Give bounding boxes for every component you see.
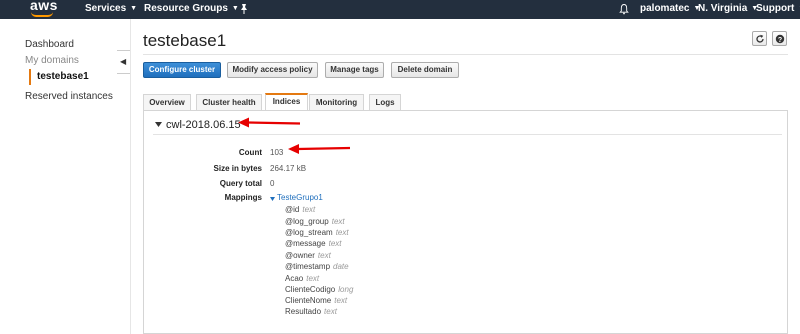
mapping-expand-icon[interactable] (270, 197, 275, 201)
size-value: 264.17 kB (270, 164, 307, 173)
field-name: @owner (285, 251, 315, 260)
annotation-arrow-count (288, 144, 351, 154)
chevron-left-icon: ◀ (120, 57, 127, 66)
field-type: text (328, 239, 342, 248)
tab-cluster-health[interactable]: Cluster health (196, 94, 262, 110)
mapping-field: @timestamp date (285, 262, 349, 271)
index-divider (153, 134, 782, 135)
field-type: text (302, 205, 316, 214)
mapping-field: ClienteCodigo long (285, 285, 353, 294)
field-type: text (334, 296, 348, 305)
field-name: Resultado (285, 307, 322, 316)
help-button[interactable]: ? (772, 31, 787, 46)
manage-tags-button[interactable]: Manage tags (325, 62, 384, 78)
mappings-label: Mappings (224, 193, 262, 202)
support-label: Support (756, 3, 795, 14)
top-nav: aws Services ▼ Resource Groups ▼ palomatec… (0, 0, 800, 19)
tab-indices[interactable]: Indices (265, 93, 308, 110)
annotation-arrow-index (238, 117, 301, 128)
mapping-field: @log_stream text (285, 228, 349, 237)
services-menu[interactable]: Services ▼ (85, 3, 137, 14)
mapping-field: ClienteNome text (285, 296, 347, 305)
region-label: N. Virginia (698, 3, 748, 14)
tab-logs[interactable]: Logs (369, 94, 401, 110)
bell-icon[interactable] (619, 3, 629, 15)
size-label: Size in bytes (213, 164, 262, 173)
sidebar: Dashboard My domains testebase1 Reserved… (0, 19, 118, 334)
account-label: palomatec (640, 3, 690, 14)
field-type: text (306, 274, 320, 283)
logo-smile (31, 12, 53, 17)
page-title: testebase1 (143, 31, 227, 50)
collapse-triangle-icon[interactable] (155, 122, 162, 127)
field-type: date (333, 262, 349, 271)
support-menu[interactable]: Support▼ (756, 3, 800, 14)
field-name: @id (285, 205, 300, 214)
resource-groups-menu[interactable]: Resource Groups ▼ (144, 3, 239, 14)
mapping-field: @id text (285, 205, 315, 214)
count-label: Count (238, 148, 262, 157)
field-name: ClienteNome (285, 296, 332, 305)
services-label: Services (85, 3, 127, 14)
configure-cluster-button[interactable]: Configure cluster (143, 62, 221, 78)
field-name: @log_group (285, 217, 329, 226)
field-type: text (335, 228, 349, 237)
sidebar-item-my-domains[interactable]: My domains (25, 55, 79, 66)
mapping-field: Resultado text (285, 307, 337, 316)
indices-panel (143, 110, 788, 334)
field-type: text (324, 307, 337, 316)
query-total-label: Query total (219, 179, 262, 188)
pin-icon[interactable] (239, 3, 249, 15)
resource-groups-label: Resource Groups (144, 3, 228, 14)
query-total-value: 0 (270, 179, 275, 188)
domain-tabs: Overview Cluster health Indices Monitori… (143, 93, 788, 110)
field-name: ClienteCodigo (285, 285, 336, 294)
refresh-button[interactable] (752, 31, 767, 46)
mapping-field: @log_group text (285, 217, 345, 226)
tab-monitoring[interactable]: Monitoring (309, 94, 364, 110)
mapping-field: Acao text (285, 274, 319, 283)
title-divider (143, 54, 788, 55)
svg-text:?: ? (778, 37, 782, 44)
field-type: long (338, 285, 354, 294)
field-type: text (317, 251, 331, 260)
mapping-type-link[interactable]: TesteGrupo1 (277, 193, 323, 202)
mapping-field: @message text (285, 239, 342, 248)
mapping-field: @owner text (285, 251, 331, 260)
account-menu[interactable]: palomatec ▼ (640, 3, 700, 14)
delete-domain-button[interactable]: Delete domain (391, 62, 459, 78)
sidebar-divider (130, 19, 131, 334)
sidebar-item-dashboard[interactable]: Dashboard (25, 39, 74, 50)
field-name: Acao (285, 274, 304, 283)
field-name: @timestamp (285, 262, 331, 271)
sidebar-item-active-domain[interactable]: testebase1 (29, 69, 89, 85)
region-menu[interactable]: N. Virginia ▼ (698, 3, 758, 14)
field-type: text (331, 217, 345, 226)
sidebar-item-reserved-instances[interactable]: Reserved instances (25, 91, 113, 102)
field-name: @log_stream (285, 228, 333, 237)
tab-overview[interactable]: Overview (143, 94, 191, 110)
index-name[interactable]: cwl-2018.06.15 (166, 119, 241, 131)
chevron-down-icon: ▼ (231, 5, 239, 12)
count-value: 103 (270, 148, 284, 157)
field-name: @message (285, 239, 326, 248)
refresh-icon (756, 34, 764, 43)
modify-access-policy-button[interactable]: Modify access policy (227, 62, 318, 78)
chevron-down-icon: ▼ (130, 5, 138, 12)
help-icon: ? (775, 34, 785, 44)
sidebar-collapse-button[interactable]: ◀ (117, 50, 131, 74)
